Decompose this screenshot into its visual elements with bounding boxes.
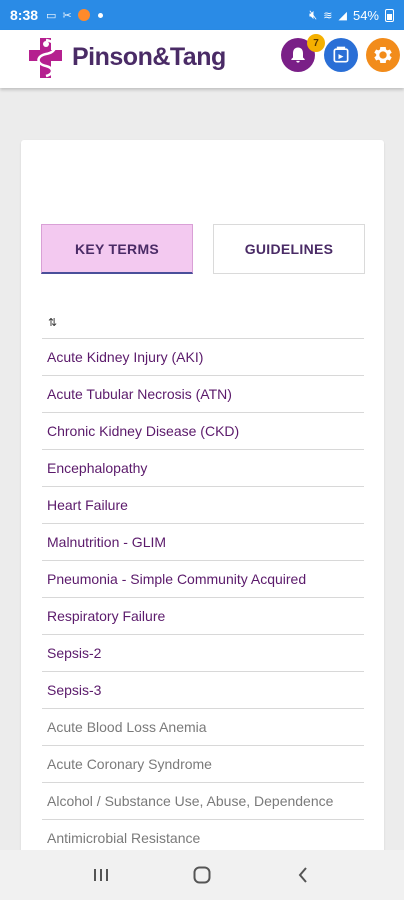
list-item-label: Encephalopathy — [47, 460, 148, 476]
mute-icon: 🔇︎ — [309, 7, 318, 22]
recent-apps-button[interactable] — [81, 860, 121, 890]
list-item[interactable]: Pneumonia - Simple Community Acquired — [42, 560, 364, 597]
tab-key-terms-label: KEY TERMS — [74, 240, 160, 257]
system-nav-bar — [0, 850, 404, 900]
list-item[interactable]: Acute Kidney Injury (AKI) — [42, 338, 364, 375]
inbox-button[interactable] — [324, 38, 358, 72]
status-dot — [97, 12, 103, 18]
list-item-label: Acute Tubular Necrosis (ATN) — [47, 386, 232, 402]
status-bar: 8:38 ▭ ✂ 🔇︎ ≋ ◢ 54% — [0, 0, 404, 30]
home-button[interactable] — [182, 860, 222, 890]
list-item[interactable]: Respiratory Failure — [42, 597, 364, 634]
list-item[interactable]: Encephalopathy — [42, 449, 364, 486]
battery-level: 54% — [352, 7, 379, 23]
list-item[interactable]: Chronic Kidney Disease (CKD) — [42, 412, 364, 449]
signal-icon: ◢ — [338, 9, 347, 22]
sort-arrows-icon[interactable]: ⇅ — [48, 316, 57, 329]
app-header: Pinson&Tang 7 — [0, 30, 404, 88]
list-item-label: Sepsis-3 — [47, 682, 102, 698]
brand-logo-icon — [28, 36, 64, 80]
inbox-icon — [333, 46, 349, 63]
bell-icon — [291, 47, 305, 63]
list-item-label: Alcohol / Substance Use, Abuse, Dependen… — [47, 793, 334, 809]
list-item-label: Acute Blood Loss Anemia — [47, 719, 207, 735]
terms-list: Acute Kidney Injury (AKI) Acute Tubular … — [42, 338, 364, 856]
recent-apps-icon — [93, 869, 108, 881]
settings-button[interactable] — [366, 38, 400, 72]
status-time: 8:38 — [10, 7, 39, 23]
list-item-label: Respiratory Failure — [47, 608, 166, 624]
list-item-label: Acute Kidney Injury (AKI) — [47, 349, 204, 365]
list-item-label: Chronic Kidney Disease (CKD) — [47, 423, 240, 439]
list-item[interactable]: Acute Tubular Necrosis (ATN) — [42, 375, 364, 412]
list-item[interactable]: Heart Failure — [42, 486, 364, 523]
list-item[interactable]: Acute Coronary Syndrome — [42, 745, 364, 782]
list-item[interactable]: Sepsis-3 — [42, 671, 364, 708]
list-item[interactable]: Malnutrition - GLIM — [42, 523, 364, 560]
list-item[interactable]: Acute Blood Loss Anemia — [42, 708, 364, 745]
list-item-label: Pneumonia - Simple Community Acquired — [47, 571, 307, 587]
list-item-label: Heart Failure — [47, 497, 128, 513]
list-item-label: Sepsis-2 — [47, 645, 102, 661]
list-item-label: Malnutrition - GLIM — [47, 534, 167, 550]
back-icon — [298, 867, 308, 883]
back-button[interactable] — [283, 860, 323, 890]
gear-icon — [374, 47, 392, 63]
battery-icon — [385, 8, 394, 22]
notification-count-badge: 7 — [307, 34, 325, 52]
message-icon: ▭ — [46, 9, 57, 22]
terms-card: KEY TERMS GUIDELINES ⇅ Acute Kidney Inju… — [21, 140, 384, 870]
list-item-label: Antimicrobial Resistance — [47, 830, 201, 846]
list-item-label: Acute Coronary Syndrome — [47, 756, 212, 772]
tab-guidelines-label: GUIDELINES — [244, 241, 334, 257]
tab-guidelines[interactable]: GUIDELINES — [213, 224, 365, 274]
list-item[interactable]: Alcohol / Substance Use, Abuse, Dependen… — [42, 782, 364, 819]
wifi-icon: ≋ — [323, 9, 333, 22]
home-icon — [193, 866, 211, 884]
brand-name: Pinson&Tang — [72, 43, 226, 71]
notification-dot — [77, 9, 90, 21]
list-item[interactable]: Sepsis-2 — [42, 634, 364, 671]
tab-key-terms[interactable]: KEY TERMS — [41, 224, 193, 274]
tools-icon: ✂ — [62, 9, 72, 22]
